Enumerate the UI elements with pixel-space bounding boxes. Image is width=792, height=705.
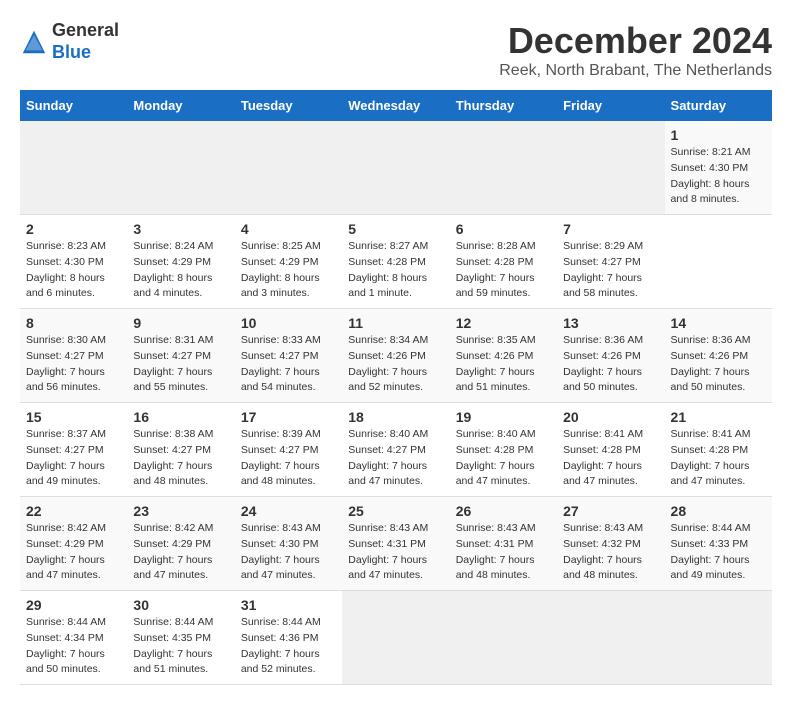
empty-cell [235, 121, 342, 215]
empty-cell [342, 121, 449, 215]
calendar-cell: 4Sunrise: 8:25 AMSunset: 4:29 PMDaylight… [235, 215, 342, 309]
calendar-cell: 26Sunrise: 8:43 AMSunset: 4:31 PMDayligh… [450, 497, 557, 591]
calendar-cell: 3Sunrise: 8:24 AMSunset: 4:29 PMDaylight… [127, 215, 234, 309]
header-sunday: Sunday [20, 90, 127, 121]
logo-icon [20, 28, 48, 56]
calendar-cell: 13Sunrise: 8:36 AMSunset: 4:26 PMDayligh… [557, 309, 664, 403]
calendar-cell: 25Sunrise: 8:43 AMSunset: 4:31 PMDayligh… [342, 497, 449, 591]
header-wednesday: Wednesday [342, 90, 449, 121]
calendar-cell: 30Sunrise: 8:44 AMSunset: 4:35 PMDayligh… [127, 591, 234, 685]
page-header: General Blue December 2024 Reek, North B… [20, 20, 772, 80]
month-title: December 2024 [499, 20, 772, 62]
empty-cell [557, 121, 664, 215]
calendar-cell: 21Sunrise: 8:41 AMSunset: 4:28 PMDayligh… [665, 403, 772, 497]
week-row: 22Sunrise: 8:42 AMSunset: 4:29 PMDayligh… [20, 497, 772, 591]
calendar-cell: 1Sunrise: 8:21 AMSunset: 4:30 PMDaylight… [665, 121, 772, 215]
header-row: SundayMondayTuesdayWednesdayThursdayFrid… [20, 90, 772, 121]
week-row: 8Sunrise: 8:30 AMSunset: 4:27 PMDaylight… [20, 309, 772, 403]
calendar-cell: 31Sunrise: 8:44 AMSunset: 4:36 PMDayligh… [235, 591, 342, 685]
calendar-cell: 6Sunrise: 8:28 AMSunset: 4:28 PMDaylight… [450, 215, 557, 309]
calendar-cell: 5Sunrise: 8:27 AMSunset: 4:28 PMDaylight… [342, 215, 449, 309]
header-thursday: Thursday [450, 90, 557, 121]
calendar-cell: 11Sunrise: 8:34 AMSunset: 4:26 PMDayligh… [342, 309, 449, 403]
empty-cell [450, 121, 557, 215]
calendar-cell: 16Sunrise: 8:38 AMSunset: 4:27 PMDayligh… [127, 403, 234, 497]
calendar-cell: 23Sunrise: 8:42 AMSunset: 4:29 PMDayligh… [127, 497, 234, 591]
calendar-cell: 10Sunrise: 8:33 AMSunset: 4:27 PMDayligh… [235, 309, 342, 403]
calendar-cell: 24Sunrise: 8:43 AMSunset: 4:30 PMDayligh… [235, 497, 342, 591]
empty-cell [557, 591, 664, 685]
calendar-cell: 2Sunrise: 8:23 AMSunset: 4:30 PMDaylight… [20, 215, 127, 309]
week-row: 29Sunrise: 8:44 AMSunset: 4:34 PMDayligh… [20, 591, 772, 685]
header-tuesday: Tuesday [235, 90, 342, 121]
header-monday: Monday [127, 90, 234, 121]
logo-general: General [52, 20, 119, 40]
empty-cell [20, 121, 127, 215]
header-saturday: Saturday [665, 90, 772, 121]
calendar-cell: 29Sunrise: 8:44 AMSunset: 4:34 PMDayligh… [20, 591, 127, 685]
title-area: December 2024 Reek, North Brabant, The N… [499, 20, 772, 80]
logo-text: General Blue [52, 20, 119, 63]
week-row: 2Sunrise: 8:23 AMSunset: 4:30 PMDaylight… [20, 215, 772, 309]
location-title: Reek, North Brabant, The Netherlands [499, 62, 772, 80]
empty-cell [450, 591, 557, 685]
calendar-cell: 12Sunrise: 8:35 AMSunset: 4:26 PMDayligh… [450, 309, 557, 403]
logo: General Blue [20, 20, 119, 63]
calendar-cell: 28Sunrise: 8:44 AMSunset: 4:33 PMDayligh… [665, 497, 772, 591]
week-row: 15Sunrise: 8:37 AMSunset: 4:27 PMDayligh… [20, 403, 772, 497]
calendar-cell: 18Sunrise: 8:40 AMSunset: 4:27 PMDayligh… [342, 403, 449, 497]
header-friday: Friday [557, 90, 664, 121]
calendar-cell: 7Sunrise: 8:29 AMSunset: 4:27 PMDaylight… [557, 215, 664, 309]
calendar-cell: 17Sunrise: 8:39 AMSunset: 4:27 PMDayligh… [235, 403, 342, 497]
calendar-cell: 19Sunrise: 8:40 AMSunset: 4:28 PMDayligh… [450, 403, 557, 497]
calendar-cell: 22Sunrise: 8:42 AMSunset: 4:29 PMDayligh… [20, 497, 127, 591]
calendar-cell: 14Sunrise: 8:36 AMSunset: 4:26 PMDayligh… [665, 309, 772, 403]
empty-cell [127, 121, 234, 215]
calendar-cell: 8Sunrise: 8:30 AMSunset: 4:27 PMDaylight… [20, 309, 127, 403]
empty-cell [665, 591, 772, 685]
calendar-cell: 15Sunrise: 8:37 AMSunset: 4:27 PMDayligh… [20, 403, 127, 497]
empty-cell [342, 591, 449, 685]
week-row: 1Sunrise: 8:21 AMSunset: 4:30 PMDaylight… [20, 121, 772, 215]
calendar-table: SundayMondayTuesdayWednesdayThursdayFrid… [20, 90, 772, 685]
calendar-cell: 9Sunrise: 8:31 AMSunset: 4:27 PMDaylight… [127, 309, 234, 403]
calendar-cell: 20Sunrise: 8:41 AMSunset: 4:28 PMDayligh… [557, 403, 664, 497]
calendar-cell: 27Sunrise: 8:43 AMSunset: 4:32 PMDayligh… [557, 497, 664, 591]
logo-blue: Blue [52, 42, 91, 62]
